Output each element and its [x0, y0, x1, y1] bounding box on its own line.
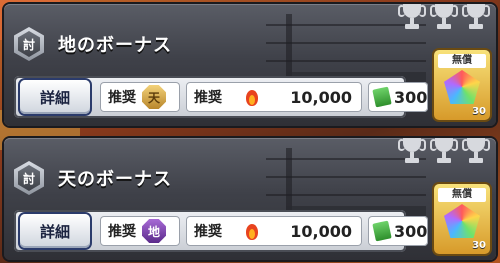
- recommend-label: 推奨: [108, 90, 136, 106]
- reward-tag: 無償: [438, 188, 486, 202]
- info-bar: 詳細 推奨 地 推奨 10,000 300: [14, 210, 428, 252]
- panel-title-row: 討 地のボーナス: [14, 24, 172, 64]
- info-bar: 詳細 推奨 天 推奨 10,000 300: [14, 76, 428, 118]
- reward-item[interactable]: 無償 30: [434, 50, 490, 120]
- recommend-label: 推奨: [194, 224, 222, 240]
- element-badge-icon: 地: [142, 219, 166, 243]
- trophy-icon: [462, 2, 490, 32]
- element-badge-icon: 天: [142, 85, 166, 109]
- flame-icon: [244, 88, 260, 106]
- trophy-icon: [430, 136, 458, 166]
- quest-badge-icon: 討: [14, 161, 44, 195]
- trophy-group: [398, 136, 490, 166]
- ticket-reward: 300: [368, 82, 428, 112]
- trophy-icon: [398, 2, 426, 32]
- points-value: 10,000: [290, 87, 352, 107]
- reward-item[interactable]: 無償 30: [434, 184, 490, 254]
- recommend-label: 推奨: [194, 90, 222, 106]
- points-value: 10,000: [290, 221, 352, 241]
- recommended-element: 推奨 天: [100, 82, 180, 112]
- bonus-panel: 討 地のボーナス 詳細 推奨 天 推奨 10,000 300 無償 30: [4, 4, 496, 126]
- ticket-value: 300: [394, 87, 428, 107]
- reward-count: 30: [472, 106, 486, 117]
- trophy-icon: [430, 2, 458, 32]
- bonus-panel: 討 天のボーナス 詳細 推奨 地 推奨 10,000 300 無償 30: [4, 138, 496, 260]
- trophy-icon: [398, 136, 426, 166]
- trophy-icon: [462, 136, 490, 166]
- ticket-reward: 300: [368, 216, 428, 246]
- recommended-points: 推奨 10,000: [186, 216, 362, 246]
- trophy-group: [398, 2, 490, 32]
- quest-badge-icon: 討: [14, 27, 44, 61]
- rainbow-gem-icon: [444, 204, 480, 238]
- reward-count: 30: [472, 240, 486, 251]
- details-button[interactable]: 詳細: [20, 80, 90, 114]
- quest-badge-label: 討: [18, 165, 40, 191]
- ticket-icon: [372, 86, 392, 108]
- panel-title: 天のボーナス: [58, 169, 172, 190]
- recommended-element: 推奨 地: [100, 216, 180, 246]
- ticket-value: 300: [394, 221, 428, 241]
- recommended-points: 推奨 10,000: [186, 82, 362, 112]
- quest-badge-label: 討: [18, 31, 40, 57]
- reward-tag: 無償: [438, 54, 486, 68]
- panel-title-row: 討 天のボーナス: [14, 158, 172, 198]
- flame-icon: [244, 222, 260, 240]
- panel-title: 地のボーナス: [58, 35, 172, 56]
- rainbow-gem-icon: [444, 70, 480, 104]
- recommend-label: 推奨: [108, 224, 136, 240]
- ticket-icon: [372, 220, 392, 242]
- details-button[interactable]: 詳細: [20, 214, 90, 248]
